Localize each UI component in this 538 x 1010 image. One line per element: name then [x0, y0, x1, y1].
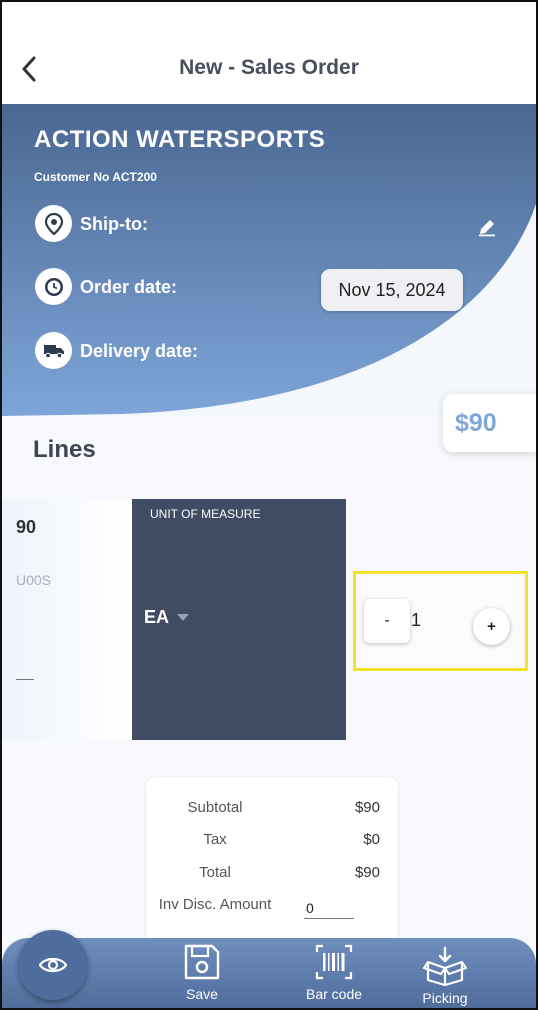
app-frame: New - Sales Order ACTION WATERSPORTS Cus…	[0, 0, 538, 1010]
barcode-button[interactable]: Bar code	[306, 942, 362, 1002]
unit-of-measure-select[interactable]: EA	[144, 607, 190, 628]
line-item-code: U00S	[16, 572, 52, 588]
customer-number: Customer No ACT200	[34, 170, 157, 184]
customer-header: ACTION WATERSPORTS Customer No ACT200 Sh…	[2, 104, 536, 416]
tax-label: Tax	[203, 831, 227, 848]
unit-of-measure-column: UNIT OF MEASURE EA	[132, 499, 346, 740]
lines-heading: Lines	[33, 436, 96, 463]
quantity-value[interactable]: 1	[411, 610, 421, 631]
unit-of-measure-value: EA	[144, 607, 170, 627]
subtotal-value: $90	[354, 799, 380, 816]
order-total-badge: $90	[443, 394, 536, 452]
order-summary: Subtotal $90 Tax $0 Total $90 Inv Disc. …	[146, 777, 398, 957]
clock-icon	[35, 268, 72, 305]
pencil-icon	[479, 220, 495, 237]
barcode-label: Bar code	[306, 986, 363, 1002]
barcode-icon	[315, 944, 353, 980]
location-pin-icon	[35, 205, 72, 242]
line-item-price: 90	[16, 517, 37, 537]
page-title: New - Sales Order	[179, 56, 359, 79]
order-date-label: Order date:	[80, 277, 178, 297]
customer-name: ACTION WATERSPORTS	[34, 126, 326, 153]
total-label: Total	[199, 864, 231, 881]
tax-value: $0	[363, 831, 380, 848]
top-bar: New - Sales Order	[2, 2, 536, 104]
total-value: $90	[354, 864, 380, 881]
edit-ship-to-button[interactable]	[474, 214, 500, 240]
invoice-discount-label: Inv Disc. Amount	[158, 896, 272, 913]
eye-icon	[38, 957, 68, 973]
subtotal-label: Subtotal	[187, 799, 243, 816]
increase-quantity-button[interactable]: +	[473, 608, 510, 645]
quantity-stepper: - 1 +	[353, 571, 528, 671]
save-button[interactable]: Save	[182, 942, 222, 1002]
order-date-picker[interactable]: Nov 15, 2024	[321, 269, 463, 311]
line-item-input-underline	[16, 679, 34, 680]
ship-to-label: Ship-to:	[80, 214, 148, 234]
save-label: Save	[186, 986, 218, 1002]
invoice-discount-input[interactable]	[304, 897, 354, 919]
caret-down-icon	[177, 614, 190, 621]
save-icon	[184, 944, 220, 980]
picking-button[interactable]: Picking	[422, 946, 468, 1006]
picking-label: Picking	[422, 990, 468, 1006]
unit-of-measure-header: UNIT OF MEASURE	[150, 507, 261, 521]
preview-button[interactable]	[18, 930, 88, 1000]
delivery-truck-icon	[35, 332, 72, 369]
line-item-details[interactable]: 90 U00S	[2, 499, 132, 740]
decrease-quantity-button[interactable]: -	[364, 599, 410, 643]
box-download-icon	[422, 946, 468, 986]
delivery-date-label: Delivery date:	[80, 341, 199, 361]
